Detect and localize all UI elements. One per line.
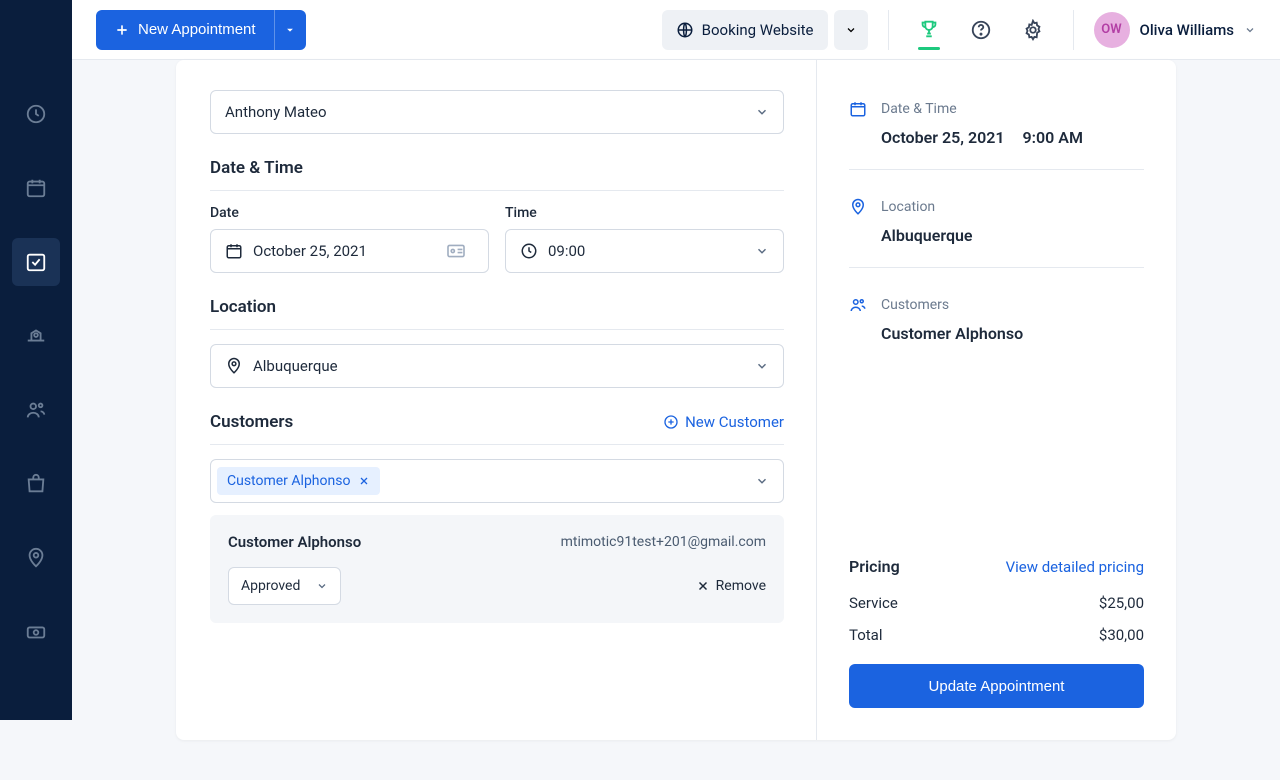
users-icon [849,296,867,314]
summary-location-label: Location [881,199,935,215]
summary-date: October 25, 2021 [881,128,1005,147]
time-label: Time [505,205,784,221]
sidebar-item-finance[interactable] [12,608,60,656]
employee-value: Anthony Mateo [225,103,327,121]
customer-select[interactable]: Customer Alphonso [210,459,784,503]
chevron-down-icon [755,359,769,373]
summary-location-value: Albuquerque [881,226,1144,245]
remove-chip-button[interactable] [358,475,370,487]
sidebar-item-calendar[interactable] [12,164,60,212]
time-value: 09:00 [548,242,585,260]
calendar-icon [225,242,243,260]
customer-detail-card: Customer Alphonso mtimotic91test+201@gma… [210,515,784,623]
sidebar-item-dashboard[interactable] [12,90,60,138]
location-heading: Location [210,297,784,330]
caret-down-icon [285,25,295,35]
new-appointment-label: New Appointment [138,21,256,38]
divider [888,10,889,50]
chevron-down-icon [316,580,328,592]
divider [1073,10,1074,50]
plus-icon [114,22,130,38]
new-appointment-dropdown[interactable] [274,10,306,50]
sidebar-item-appointments[interactable] [12,238,60,286]
customers-heading: Customers New Customer [210,412,784,445]
date-value: October 25, 2021 [253,242,367,260]
location-select[interactable]: Albuquerque [210,344,784,388]
appointment-card: Anthony Mateo Date & Time Date October 2… [176,60,1176,740]
employee-select[interactable]: Anthony Mateo [210,90,784,134]
sidebar-item-employees[interactable] [12,312,60,360]
chevron-down-icon [845,24,857,36]
sidebar-item-services[interactable] [12,460,60,508]
chevron-down-icon [755,244,769,258]
view-pricing-link[interactable]: View detailed pricing [1006,558,1144,576]
sidebar-item-locations[interactable] [12,534,60,582]
date-label: Date [210,205,489,221]
clock-icon [520,242,538,260]
avatar: OW [1094,12,1130,48]
summary-time: 9:00 AM [1023,128,1083,147]
summary-customers-label: Customers [881,297,949,313]
trophy-icon [918,18,940,40]
help-icon [970,19,992,41]
customer-chip-label: Customer Alphonso [227,473,350,489]
calendar-icon [849,100,867,118]
service-price: $25,00 [1099,594,1144,612]
customer-status-select[interactable]: Approved [228,567,341,605]
chevron-down-icon [755,105,769,119]
x-icon [696,579,710,593]
update-appointment-button[interactable]: Update Appointment [849,664,1144,708]
booking-website-label: Booking Website [702,21,814,39]
pin-icon [225,357,243,375]
new-customer-button[interactable]: New Customer [663,413,784,431]
date-input[interactable]: October 25, 2021 [210,229,489,273]
total-label: Total [849,626,883,644]
booking-website-button[interactable]: Booking Website [662,10,828,50]
summary-datetime-label: Date & Time [881,101,957,117]
chevron-down-icon [755,474,769,488]
time-select[interactable]: 09:00 [505,229,784,273]
settings-button[interactable] [1013,10,1053,50]
service-label: Service [849,594,898,612]
location-value: Albuquerque [253,357,338,375]
summary-customer-name: Customer Alphonso [881,324,1144,343]
customer-detail-name: Customer Alphonso [228,533,361,551]
new-customer-label: New Customer [685,413,784,431]
x-icon [358,475,370,487]
booking-website-dropdown[interactable] [834,10,868,50]
new-appointment-button[interactable]: New Appointment [96,10,274,50]
remove-label: Remove [716,578,766,594]
total-price: $30,00 [1099,626,1144,644]
remove-customer-button[interactable]: Remove [696,578,766,594]
pin-icon [849,198,867,216]
trophy-indicator [918,47,940,50]
id-card-icon [446,243,466,259]
datetime-heading: Date & Time [210,158,784,191]
gear-icon [1022,19,1044,41]
plus-circle-icon [663,414,679,430]
user-name: Oliva Williams [1140,21,1235,39]
achievements-button[interactable] [909,9,949,49]
sidebar-item-customers[interactable] [12,386,60,434]
pricing-title: Pricing [849,557,900,576]
topbar: New Appointment Booking Website [72,0,1280,60]
customers-heading-label: Customers [210,412,293,432]
globe-icon [676,21,694,39]
customer-chip: Customer Alphonso [217,467,380,495]
chevron-down-icon [1244,24,1256,36]
status-value: Approved [241,578,300,594]
help-button[interactable] [961,10,1001,50]
user-menu[interactable]: OW Oliva Williams [1094,12,1257,48]
sidebar [0,0,72,720]
customer-detail-email: mtimotic91test+201@gmail.com [561,534,766,550]
